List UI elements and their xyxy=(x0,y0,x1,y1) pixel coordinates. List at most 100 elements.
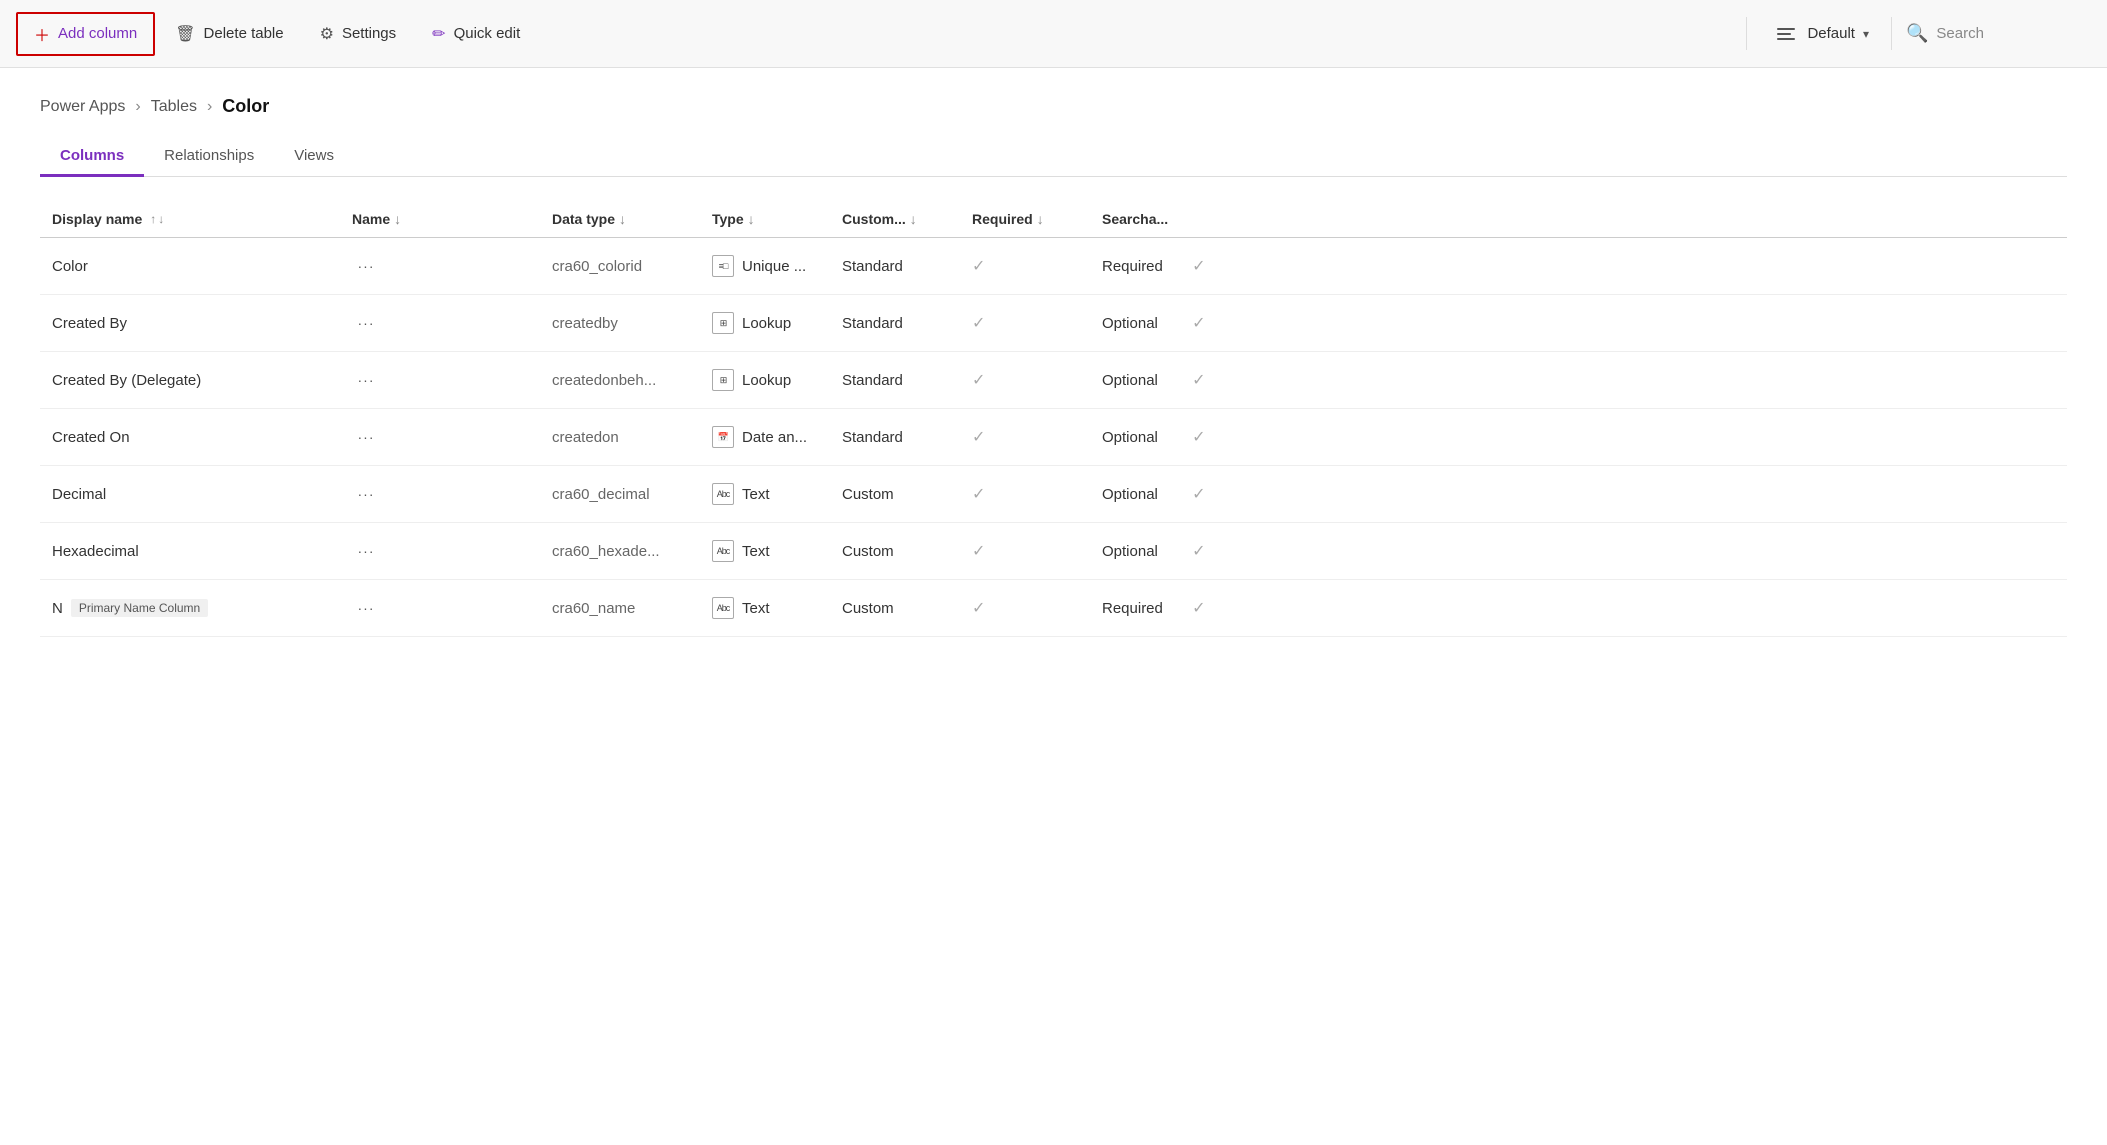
table-row: Created By···createdby⊞LookupStandard✓Op… xyxy=(40,295,2067,352)
data-type-icon: ⊞ xyxy=(712,369,734,391)
delete-table-button[interactable]: 🗑 Delete table xyxy=(159,16,299,52)
lines-icon xyxy=(1777,28,1795,40)
cell-data-type: AbcText xyxy=(700,466,830,523)
cell-display-name: Hexadecimal xyxy=(40,523,340,580)
search-icon: 🔍 xyxy=(1906,23,1928,44)
data-type-icon: Abc xyxy=(712,540,734,562)
table-row: NPrimary Name Column···cra60_nameAbcText… xyxy=(40,580,2067,637)
cell-display-name: Color xyxy=(40,238,340,295)
table-row: Color···cra60_colorid≡□Unique ...Standar… xyxy=(40,238,2067,295)
th-required: Required ↓ xyxy=(960,201,1090,238)
cell-data-type: ⊞Lookup xyxy=(700,352,830,409)
pencil-icon: ✏ xyxy=(432,24,445,44)
row-menu-button[interactable]: ··· xyxy=(352,480,380,508)
data-type-icon: Abc xyxy=(712,597,734,619)
row-menu-button[interactable]: ··· xyxy=(352,594,380,622)
cell-data-type: ≡□Unique ... xyxy=(700,238,830,295)
datatype-sort-icon[interactable]: ↓ xyxy=(619,211,626,227)
custom-check-icon: ✓ xyxy=(972,315,985,332)
data-type-icon: ⊞ xyxy=(712,312,734,334)
table-header-row: Display name ↑ ↓ Name ↓ Data t xyxy=(40,201,2067,238)
searchable-check-icon: ✓ xyxy=(1192,600,1205,617)
toolbar-right: Default ▾ 🔍 Search xyxy=(1746,17,2091,50)
cell-searchable: ✓ xyxy=(1180,238,2067,295)
default-view-button[interactable]: Default ▾ xyxy=(1763,19,1883,48)
tabs-section: Columns Relationships Views xyxy=(0,117,2107,177)
cell-searchable: ✓ xyxy=(1180,580,2067,637)
table-row: Created By (Delegate)···createdonbeh...⊞… xyxy=(40,352,2067,409)
th-display-name: Display name ↑ ↓ xyxy=(40,201,340,238)
primary-name-badge: Primary Name Column xyxy=(71,599,208,617)
cell-custom: ✓ xyxy=(960,523,1090,580)
breadcrumb-tables[interactable]: Tables xyxy=(151,98,197,116)
cell-type: Standard xyxy=(830,352,960,409)
searchable-check-icon: ✓ xyxy=(1192,486,1205,503)
tab-columns[interactable]: Columns xyxy=(40,137,144,177)
cell-type: Custom xyxy=(830,466,960,523)
sort-asc-icon[interactable]: ↑ xyxy=(150,212,156,226)
breadcrumb-powerapps[interactable]: Power Apps xyxy=(40,98,125,116)
cell-searchable: ✓ xyxy=(1180,295,2067,352)
cell-type: Standard xyxy=(830,295,960,352)
cell-ellipsis: ··· xyxy=(340,523,540,580)
columns-table: Display name ↑ ↓ Name ↓ Data t xyxy=(40,201,2067,637)
cell-searchable: ✓ xyxy=(1180,409,2067,466)
cell-custom: ✓ xyxy=(960,238,1090,295)
th-custom: Custom... ↓ xyxy=(830,201,960,238)
row-menu-button[interactable]: ··· xyxy=(352,537,380,565)
name-sort-icon[interactable]: ↓ xyxy=(394,211,401,227)
searchable-check-icon: ✓ xyxy=(1192,372,1205,389)
cell-name: createdonbeh... xyxy=(540,352,700,409)
cell-custom: ✓ xyxy=(960,580,1090,637)
searchable-check-icon: ✓ xyxy=(1192,429,1205,446)
cell-searchable: ✓ xyxy=(1180,466,2067,523)
cell-name: createdby xyxy=(540,295,700,352)
cell-ellipsis: ··· xyxy=(340,466,540,523)
cell-name: cra60_hexade... xyxy=(540,523,700,580)
cell-display-name: NPrimary Name Column xyxy=(40,580,340,637)
tab-views[interactable]: Views xyxy=(274,137,354,177)
cell-ellipsis: ··· xyxy=(340,580,540,637)
custom-check-icon: ✓ xyxy=(972,372,985,389)
row-menu-button[interactable]: ··· xyxy=(352,309,380,337)
add-column-button[interactable]: ＋ Add column xyxy=(16,12,155,56)
sort-desc-icon[interactable]: ↓ xyxy=(158,212,164,226)
breadcrumb: Power Apps › Tables › Color xyxy=(40,96,2067,117)
cell-type: Custom xyxy=(830,580,960,637)
cell-custom: ✓ xyxy=(960,409,1090,466)
table-row: Decimal···cra60_decimalAbcTextCustom✓Opt… xyxy=(40,466,2067,523)
searchable-check-icon: ✓ xyxy=(1192,258,1205,275)
custom-sort-icon[interactable]: ↓ xyxy=(910,211,917,227)
quick-edit-button[interactable]: ✏ Quick edit xyxy=(416,16,536,52)
search-placeholder: Search xyxy=(1936,25,1984,42)
cell-required: Optional xyxy=(1090,409,1180,466)
custom-check-icon: ✓ xyxy=(972,600,985,617)
cell-required: Required xyxy=(1090,580,1180,637)
cell-custom: ✓ xyxy=(960,295,1090,352)
cell-custom: ✓ xyxy=(960,466,1090,523)
row-menu-button[interactable]: ··· xyxy=(352,423,380,451)
type-sort-icon[interactable]: ↓ xyxy=(748,211,755,227)
settings-button[interactable]: ⚙ Settings xyxy=(304,16,413,52)
cell-searchable: ✓ xyxy=(1180,523,2067,580)
cell-required: Optional xyxy=(1090,295,1180,352)
cell-ellipsis: ··· xyxy=(340,238,540,295)
row-menu-button[interactable]: ··· xyxy=(352,366,380,394)
cell-name: cra60_colorid xyxy=(540,238,700,295)
add-column-label: Add column xyxy=(58,25,137,42)
th-searchable: Searcha... xyxy=(1090,201,1180,238)
row-menu-button[interactable]: ··· xyxy=(352,252,380,280)
cell-type: Custom xyxy=(830,523,960,580)
search-area[interactable]: 🔍 Search xyxy=(1891,17,2091,50)
breadcrumb-section: Power Apps › Tables › Color xyxy=(0,68,2107,117)
tab-relationships[interactable]: Relationships xyxy=(144,137,274,177)
cell-display-name: Decimal xyxy=(40,466,340,523)
th-name: Name ↓ xyxy=(340,201,540,238)
searchable-check-icon: ✓ xyxy=(1192,315,1205,332)
data-type-icon: ≡□ xyxy=(712,255,734,277)
breadcrumb-sep-2: › xyxy=(207,98,212,116)
delete-table-label: Delete table xyxy=(204,25,284,42)
cell-data-type: 📅Date an... xyxy=(700,409,830,466)
custom-check-icon: ✓ xyxy=(972,543,985,560)
required-sort-icon[interactable]: ↓ xyxy=(1037,211,1044,227)
